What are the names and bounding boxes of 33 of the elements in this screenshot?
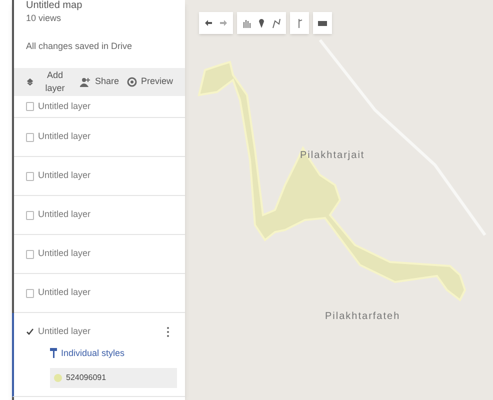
layer-checkbox[interactable] [26, 327, 34, 336]
map[interactable]: Pilakhtarjait Pilakhtarfateh [185, 0, 493, 400]
shape-icon [54, 374, 62, 382]
layer-name[interactable]: Untitled layer [38, 100, 173, 114]
map-title[interactable]: Untitled map [14, 0, 185, 12]
add-layer-icon [26, 77, 34, 87]
person-plus-icon [80, 77, 91, 87]
layer-name[interactable]: Untitled layer [38, 247, 173, 261]
layer-name[interactable]: Untitled layer [38, 325, 152, 338]
place-label: Pilakhtarfateh [325, 310, 400, 324]
individual-styles-link[interactable]: Individual styles [50, 346, 185, 360]
layer-checkbox[interactable] [26, 210, 34, 220]
line-icon [270, 16, 283, 30]
feature-name: 524096091 [66, 372, 106, 384]
feature-row[interactable]: 524096091 [50, 368, 177, 388]
layer-checkbox[interactable] [26, 102, 34, 111]
layer-checkbox[interactable] [26, 132, 34, 142]
place-label: Pilakhtarjait [300, 149, 365, 163]
layer-checkbox[interactable] [26, 250, 34, 258]
layer-name[interactable]: Untitled layer [38, 169, 173, 183]
layer-checkbox[interactable] [26, 288, 34, 298]
layer-name[interactable]: Untitled layer [38, 130, 173, 144]
share-button[interactable]: Share [80, 75, 119, 89]
paint-roller-icon [50, 348, 57, 358]
layer-checkbox[interactable] [26, 172, 34, 180]
save-status: All changes saved in Drive [25, 40, 134, 52]
layer-name[interactable]: Untitled layer [38, 286, 173, 300]
preview-button[interactable]: Preview [126, 75, 173, 89]
add-layer-button[interactable]: Add layer [26, 68, 72, 96]
layer-name[interactable]: Untitled layer [38, 208, 173, 222]
eye-icon [126, 77, 137, 87]
view-count: 10 views [25, 12, 62, 24]
check-icon [26, 328, 34, 336]
